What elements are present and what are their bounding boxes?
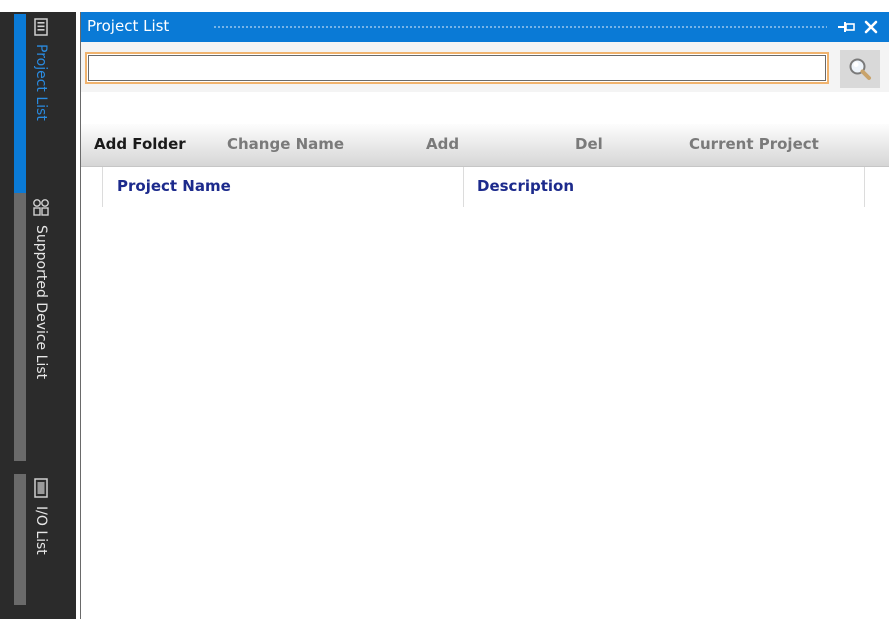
column-header-project-name[interactable]: Project Name bbox=[117, 177, 231, 195]
tab-content: Supported Device List bbox=[30, 197, 52, 379]
search-button[interactable] bbox=[840, 50, 880, 88]
tab-label-project-list: Project List bbox=[33, 44, 49, 121]
project-list-panel: Project List Add Folder Change Name Add … bbox=[80, 12, 889, 620]
close-icon bbox=[864, 20, 878, 34]
search-input[interactable] bbox=[85, 52, 829, 84]
sidebar: Project List Supported Device List I/O L… bbox=[0, 12, 76, 619]
top-strip bbox=[0, 0, 889, 12]
title-bar-grip bbox=[213, 25, 827, 30]
search-area bbox=[81, 42, 889, 92]
close-button[interactable] bbox=[860, 15, 882, 39]
panel-title: Project List bbox=[87, 17, 170, 35]
project-table: Project Name Description bbox=[81, 166, 889, 620]
add-folder-button[interactable]: Add Folder bbox=[94, 135, 186, 153]
search-field-wrapper bbox=[85, 52, 829, 84]
panel-title-bar: Project List bbox=[81, 12, 889, 42]
tab-label-supported-device-list: Supported Device List bbox=[33, 225, 49, 380]
pin-icon bbox=[838, 22, 855, 32]
tab-label-io-list: I/O List bbox=[33, 506, 49, 555]
table-body[interactable] bbox=[81, 207, 889, 620]
sidebar-tab-supported-device-list[interactable]: Supported Device List bbox=[14, 193, 74, 461]
change-name-button[interactable]: Change Name bbox=[227, 135, 344, 153]
column-separator[interactable] bbox=[864, 167, 865, 207]
device-list-icon bbox=[33, 199, 49, 216]
del-button[interactable]: Del bbox=[575, 135, 603, 153]
pin-button[interactable] bbox=[835, 15, 857, 39]
table-header: Project Name Description bbox=[81, 167, 889, 207]
project-list-icon bbox=[34, 18, 48, 36]
toolbar: Add Folder Change Name Add Del Current P… bbox=[81, 124, 889, 166]
search-icon bbox=[849, 58, 871, 80]
sidebar-tab-project-list[interactable]: Project List bbox=[14, 14, 74, 201]
tab-accent-bar bbox=[14, 474, 26, 605]
row-header-column bbox=[85, 167, 103, 207]
current-project-button[interactable]: Current Project bbox=[689, 135, 819, 153]
tab-content: I/O List bbox=[30, 478, 52, 555]
tab-accent-bar bbox=[14, 14, 26, 201]
sidebar-tab-io-list[interactable]: I/O List bbox=[14, 474, 74, 605]
io-list-icon bbox=[34, 478, 48, 498]
add-button[interactable]: Add bbox=[426, 135, 459, 153]
tab-accent-bar bbox=[14, 193, 26, 461]
column-header-description[interactable]: Description bbox=[477, 177, 574, 195]
tab-content: Project List bbox=[30, 18, 52, 121]
column-separator[interactable] bbox=[463, 167, 464, 207]
